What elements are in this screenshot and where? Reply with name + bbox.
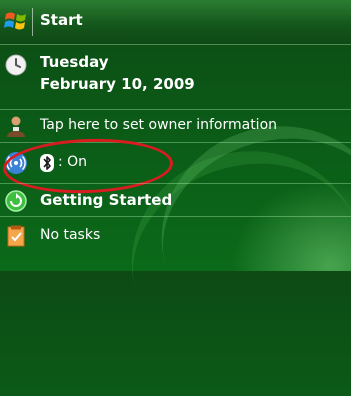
windows-logo-icon[interactable] (4, 9, 28, 33)
getting-started-row[interactable]: Getting Started (0, 184, 351, 216)
start-separator (32, 8, 33, 36)
clock-icon (4, 53, 28, 77)
date-text: February 10, 2009 (40, 75, 195, 93)
tasks-row[interactable]: No tasks (0, 217, 351, 255)
start-menu-bar[interactable]: Start (0, 0, 351, 44)
getting-started-label[interactable]: Getting Started (40, 191, 172, 209)
weekday-text: Tuesday (40, 53, 109, 71)
getting-started-icon (4, 189, 28, 213)
owner-row[interactable]: Tap here to set owner information (0, 110, 351, 142)
owner-person-icon (4, 114, 28, 138)
owner-info-link[interactable]: Tap here to set owner information (40, 117, 277, 133)
tasks-icon (4, 224, 28, 248)
date-row[interactable]: Tuesday February 10, 2009 (0, 45, 351, 109)
start-label[interactable]: Start (40, 11, 83, 29)
tasks-label[interactable]: No tasks (40, 227, 100, 243)
